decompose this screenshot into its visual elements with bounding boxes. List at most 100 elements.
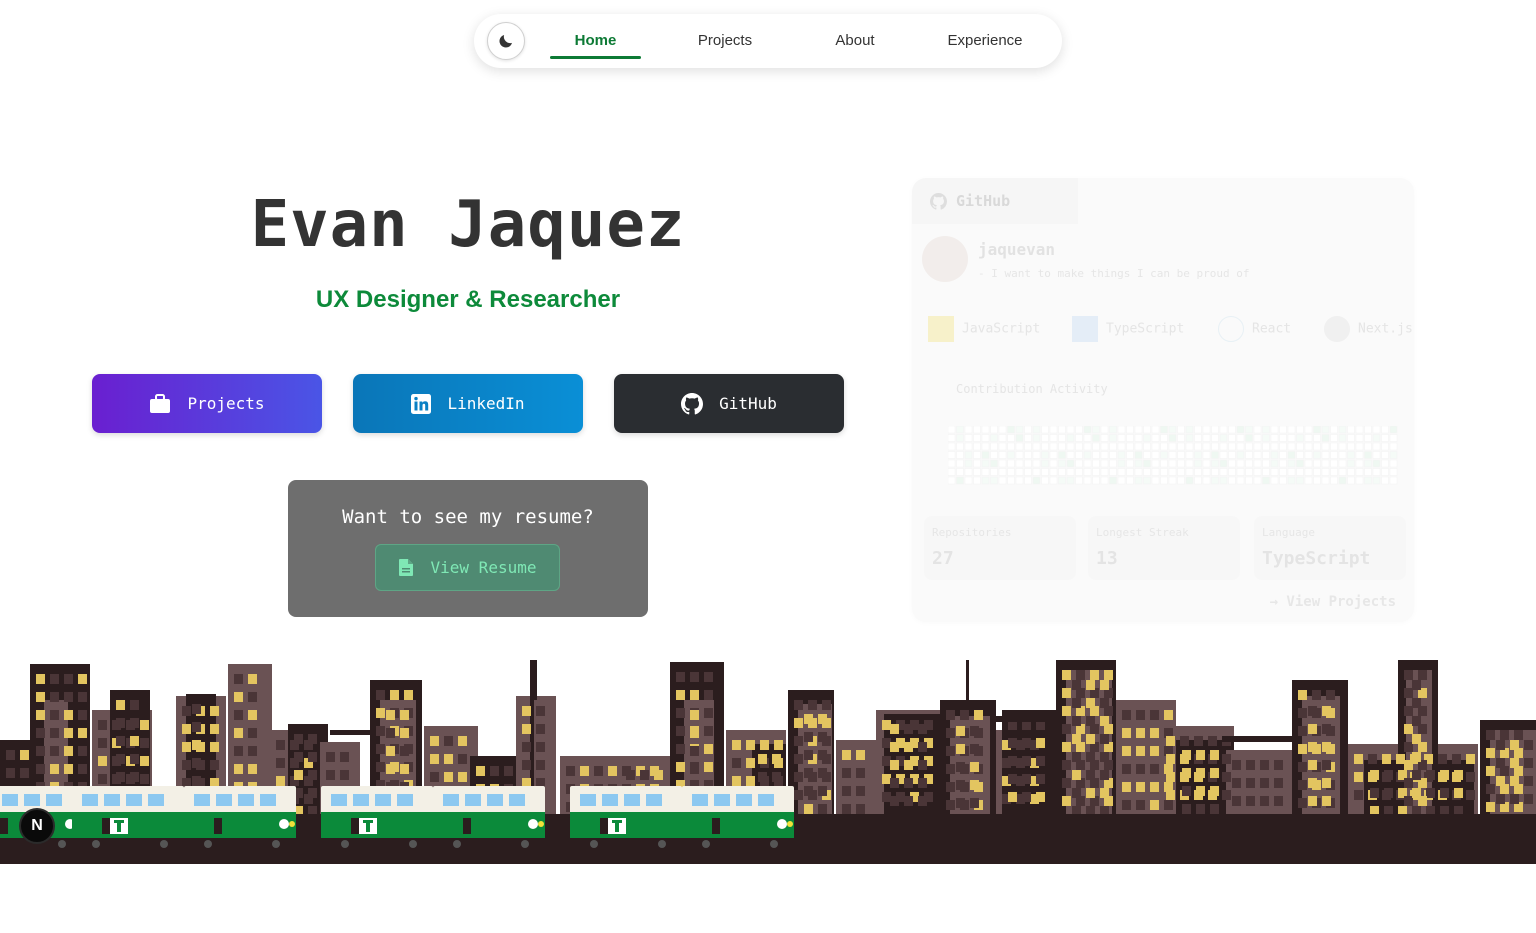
building-window — [772, 754, 781, 764]
contribution-cell — [1270, 426, 1279, 434]
building-window — [1036, 738, 1045, 748]
view-resume-button[interactable]: View Resume — [375, 544, 560, 591]
nav-projects[interactable]: Projects — [680, 32, 770, 49]
train-door — [712, 818, 720, 834]
contribution-cell — [1092, 468, 1100, 476]
building-window — [50, 692, 59, 702]
contribution-cell — [1143, 442, 1151, 451]
contribution-cell — [1245, 451, 1253, 459]
projects-button[interactable]: Projects — [92, 374, 322, 433]
building-window — [772, 772, 781, 782]
building-window — [974, 710, 983, 720]
building-window — [248, 746, 257, 756]
building-window — [116, 736, 125, 746]
view-projects-link[interactable]: → View Projects — [1270, 594, 1396, 610]
contribution-cell — [1304, 442, 1313, 451]
building-window — [1510, 740, 1519, 750]
contribution-cell — [1228, 426, 1236, 434]
building-window — [36, 746, 45, 756]
contribution-cell — [1372, 468, 1381, 476]
contribution-cell — [1007, 451, 1015, 459]
contribution-cell — [1381, 468, 1389, 476]
contribution-cell — [956, 426, 964, 434]
building-window — [308, 734, 317, 744]
contribution-cell — [1117, 434, 1126, 442]
building-window — [1510, 794, 1519, 804]
building-window — [1312, 690, 1321, 700]
stat-longest-streak: Longest Streak 13 — [1088, 516, 1240, 580]
contribution-cell — [1092, 434, 1100, 442]
contribution-cell — [1024, 434, 1032, 442]
building-window — [234, 674, 243, 684]
building-window — [78, 692, 87, 702]
contribution-cell — [1032, 426, 1041, 434]
building-window — [386, 710, 395, 720]
line-b-icon — [279, 819, 289, 829]
contribution-cell — [1075, 451, 1083, 459]
contribution-cell — [1075, 476, 1083, 485]
contribution-cell — [1058, 468, 1066, 476]
train-window — [194, 794, 210, 806]
contribution-cell — [1024, 476, 1032, 485]
train-door — [0, 818, 8, 834]
building-window — [50, 710, 59, 720]
building-window — [690, 728, 699, 738]
contribution-cell — [1245, 442, 1253, 451]
building-window — [390, 690, 399, 700]
building-window — [1354, 754, 1363, 764]
building-window — [946, 782, 955, 792]
contribution-cell — [1270, 468, 1279, 476]
projects-button-label: Projects — [187, 394, 265, 413]
contribution-cell — [1338, 442, 1347, 451]
building-window — [594, 766, 603, 776]
building-window — [20, 750, 29, 760]
contribution-cell — [1219, 468, 1228, 476]
bridge — [990, 716, 1050, 722]
building-window — [1062, 742, 1071, 752]
nav-experience[interactable]: Experience — [940, 32, 1030, 49]
linkedin-button[interactable]: LinkedIn — [353, 374, 583, 433]
building-window — [1210, 768, 1219, 778]
building-window — [1150, 728, 1159, 738]
building-window — [476, 766, 485, 776]
contribution-cell — [1372, 426, 1381, 434]
contribution-cell — [1313, 434, 1321, 442]
building-window — [1510, 758, 1519, 768]
building-window — [804, 768, 813, 778]
train-wheel — [770, 840, 778, 848]
theme-toggle-button[interactable] — [487, 22, 525, 60]
nav-home[interactable]: Home — [550, 32, 641, 49]
contribution-cell — [998, 459, 1007, 468]
building-window — [6, 768, 15, 778]
building-window — [1524, 794, 1533, 804]
github-tab[interactable]: GitHub — [912, 178, 1078, 224]
building-window — [210, 724, 219, 734]
contribution-cell — [1304, 476, 1313, 485]
github-button[interactable]: GitHub — [614, 374, 844, 433]
contribution-cell — [981, 426, 990, 434]
building-window — [1100, 734, 1109, 744]
train-window — [260, 794, 276, 806]
train-window — [331, 794, 347, 806]
building-window — [1100, 752, 1109, 762]
building-window — [1022, 738, 1031, 748]
contribution-cell — [1075, 426, 1083, 434]
building-window — [78, 764, 87, 774]
building-window — [1166, 736, 1175, 746]
contribution-cell — [1126, 459, 1134, 468]
contribution-cell — [1202, 476, 1211, 485]
building-window — [386, 728, 395, 738]
building-window — [1308, 796, 1317, 806]
building-window — [1454, 788, 1463, 798]
building-window — [376, 708, 385, 718]
building-window — [1246, 796, 1255, 806]
contribution-cell — [1389, 451, 1398, 459]
contribution-cell — [1355, 468, 1364, 476]
building-window — [1354, 772, 1363, 782]
building-window — [804, 732, 813, 742]
building-window — [904, 724, 913, 734]
contribution-cell — [1364, 459, 1372, 468]
nextjs-dev-badge[interactable]: N — [19, 808, 55, 844]
nav-about[interactable]: About — [810, 32, 900, 49]
contribution-cell — [1160, 459, 1168, 468]
